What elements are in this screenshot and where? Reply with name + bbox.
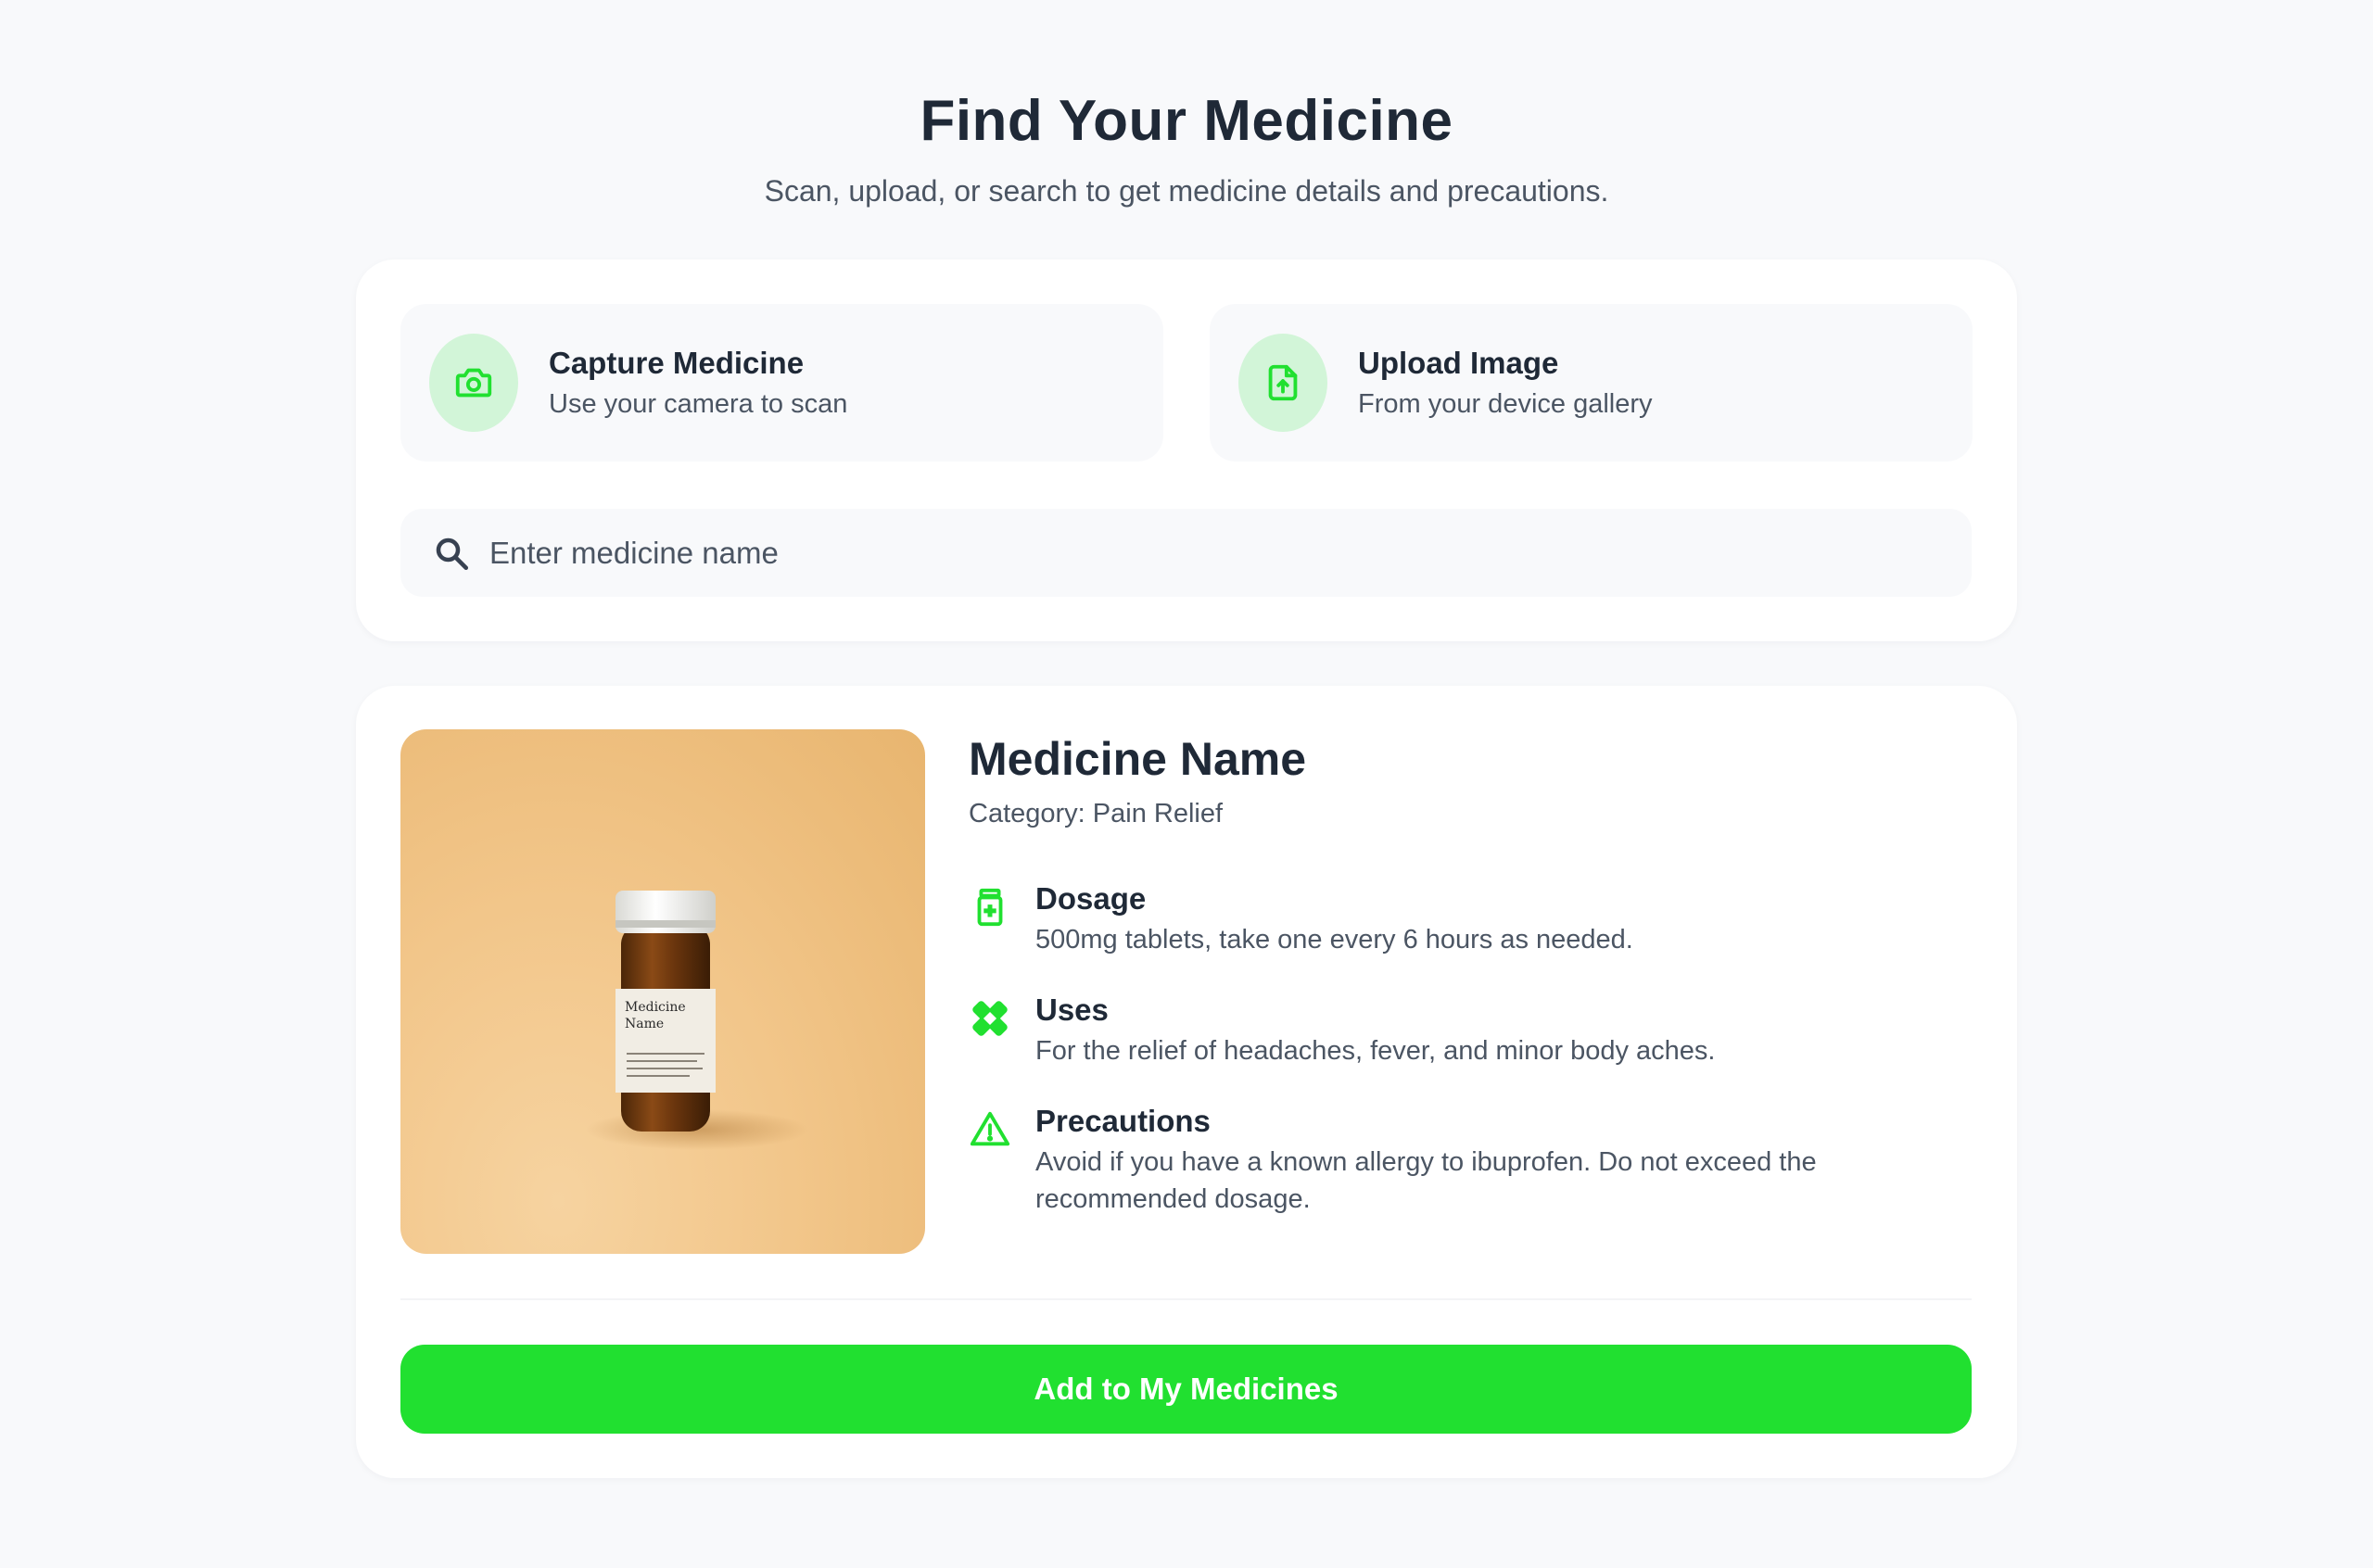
page-title: Find Your Medicine xyxy=(920,89,1453,153)
warning-icon xyxy=(969,1108,1011,1151)
detail-uses-text: For the relief of headaches, fever, and … xyxy=(1035,1036,1716,1066)
result-card: Medicine Name Medicine Name Category: Pa… xyxy=(356,686,2017,1478)
divider xyxy=(400,1298,1972,1300)
upload-image-button[interactable]: Upload Image From your device gallery xyxy=(1210,304,1973,462)
bottle-label-line2: Name xyxy=(625,1017,664,1031)
header: Find Your Medicine Scan, upload, or sear… xyxy=(0,83,2373,209)
detail-precautions: Precautions Avoid if you have a known al… xyxy=(969,1103,1942,1214)
detail-uses-title: Uses xyxy=(1035,993,1109,1027)
detail-dosage-title: Dosage xyxy=(1035,881,1147,916)
upload-image-title: Upload Image xyxy=(1358,346,1559,380)
capture-medicine-description: Use your camera to scan xyxy=(549,389,848,419)
detail-dosage: Dosage 500mg tablets, take one every 6 h… xyxy=(969,880,1942,955)
detail-precautions-text: Avoid if you have a known allergy to ibu… xyxy=(1035,1147,1817,1214)
search-input[interactable] xyxy=(489,509,1935,597)
add-to-my-medicines-button[interactable]: Add to My Medicines xyxy=(400,1345,1972,1434)
upload-image-description: From your device gallery xyxy=(1358,389,1653,419)
page: Find Your Medicine Scan, upload, or sear… xyxy=(0,0,2373,1568)
search-box xyxy=(400,509,1972,597)
capture-medicine-title: Capture Medicine xyxy=(549,346,805,380)
bottle-label-line1: Medicine xyxy=(625,1000,686,1015)
detail-uses: Uses For the relief of headaches, fever,… xyxy=(969,992,1942,1066)
capture-medicine-button[interactable]: Capture Medicine Use your camera to scan xyxy=(400,304,1163,462)
medicine-bottle-icon xyxy=(969,886,1011,929)
file-upload-icon xyxy=(1238,334,1327,432)
search-icon xyxy=(432,534,471,573)
input-card: Capture Medicine Use your camera to scan… xyxy=(356,259,2017,641)
page-subtitle: Scan, upload, or search to get medicine … xyxy=(764,174,1609,208)
medicine-category: Category: Pain Relief xyxy=(969,799,1224,828)
detail-precautions-title: Precautions xyxy=(1035,1104,1211,1138)
bandage-icon xyxy=(969,997,1011,1040)
camera-icon xyxy=(429,334,518,432)
detail-dosage-text: 500mg tablets, take one every 6 hours as… xyxy=(1035,925,1633,955)
medicine-image: Medicine Name xyxy=(400,729,925,1254)
medicine-name: Medicine Name xyxy=(969,733,1307,785)
